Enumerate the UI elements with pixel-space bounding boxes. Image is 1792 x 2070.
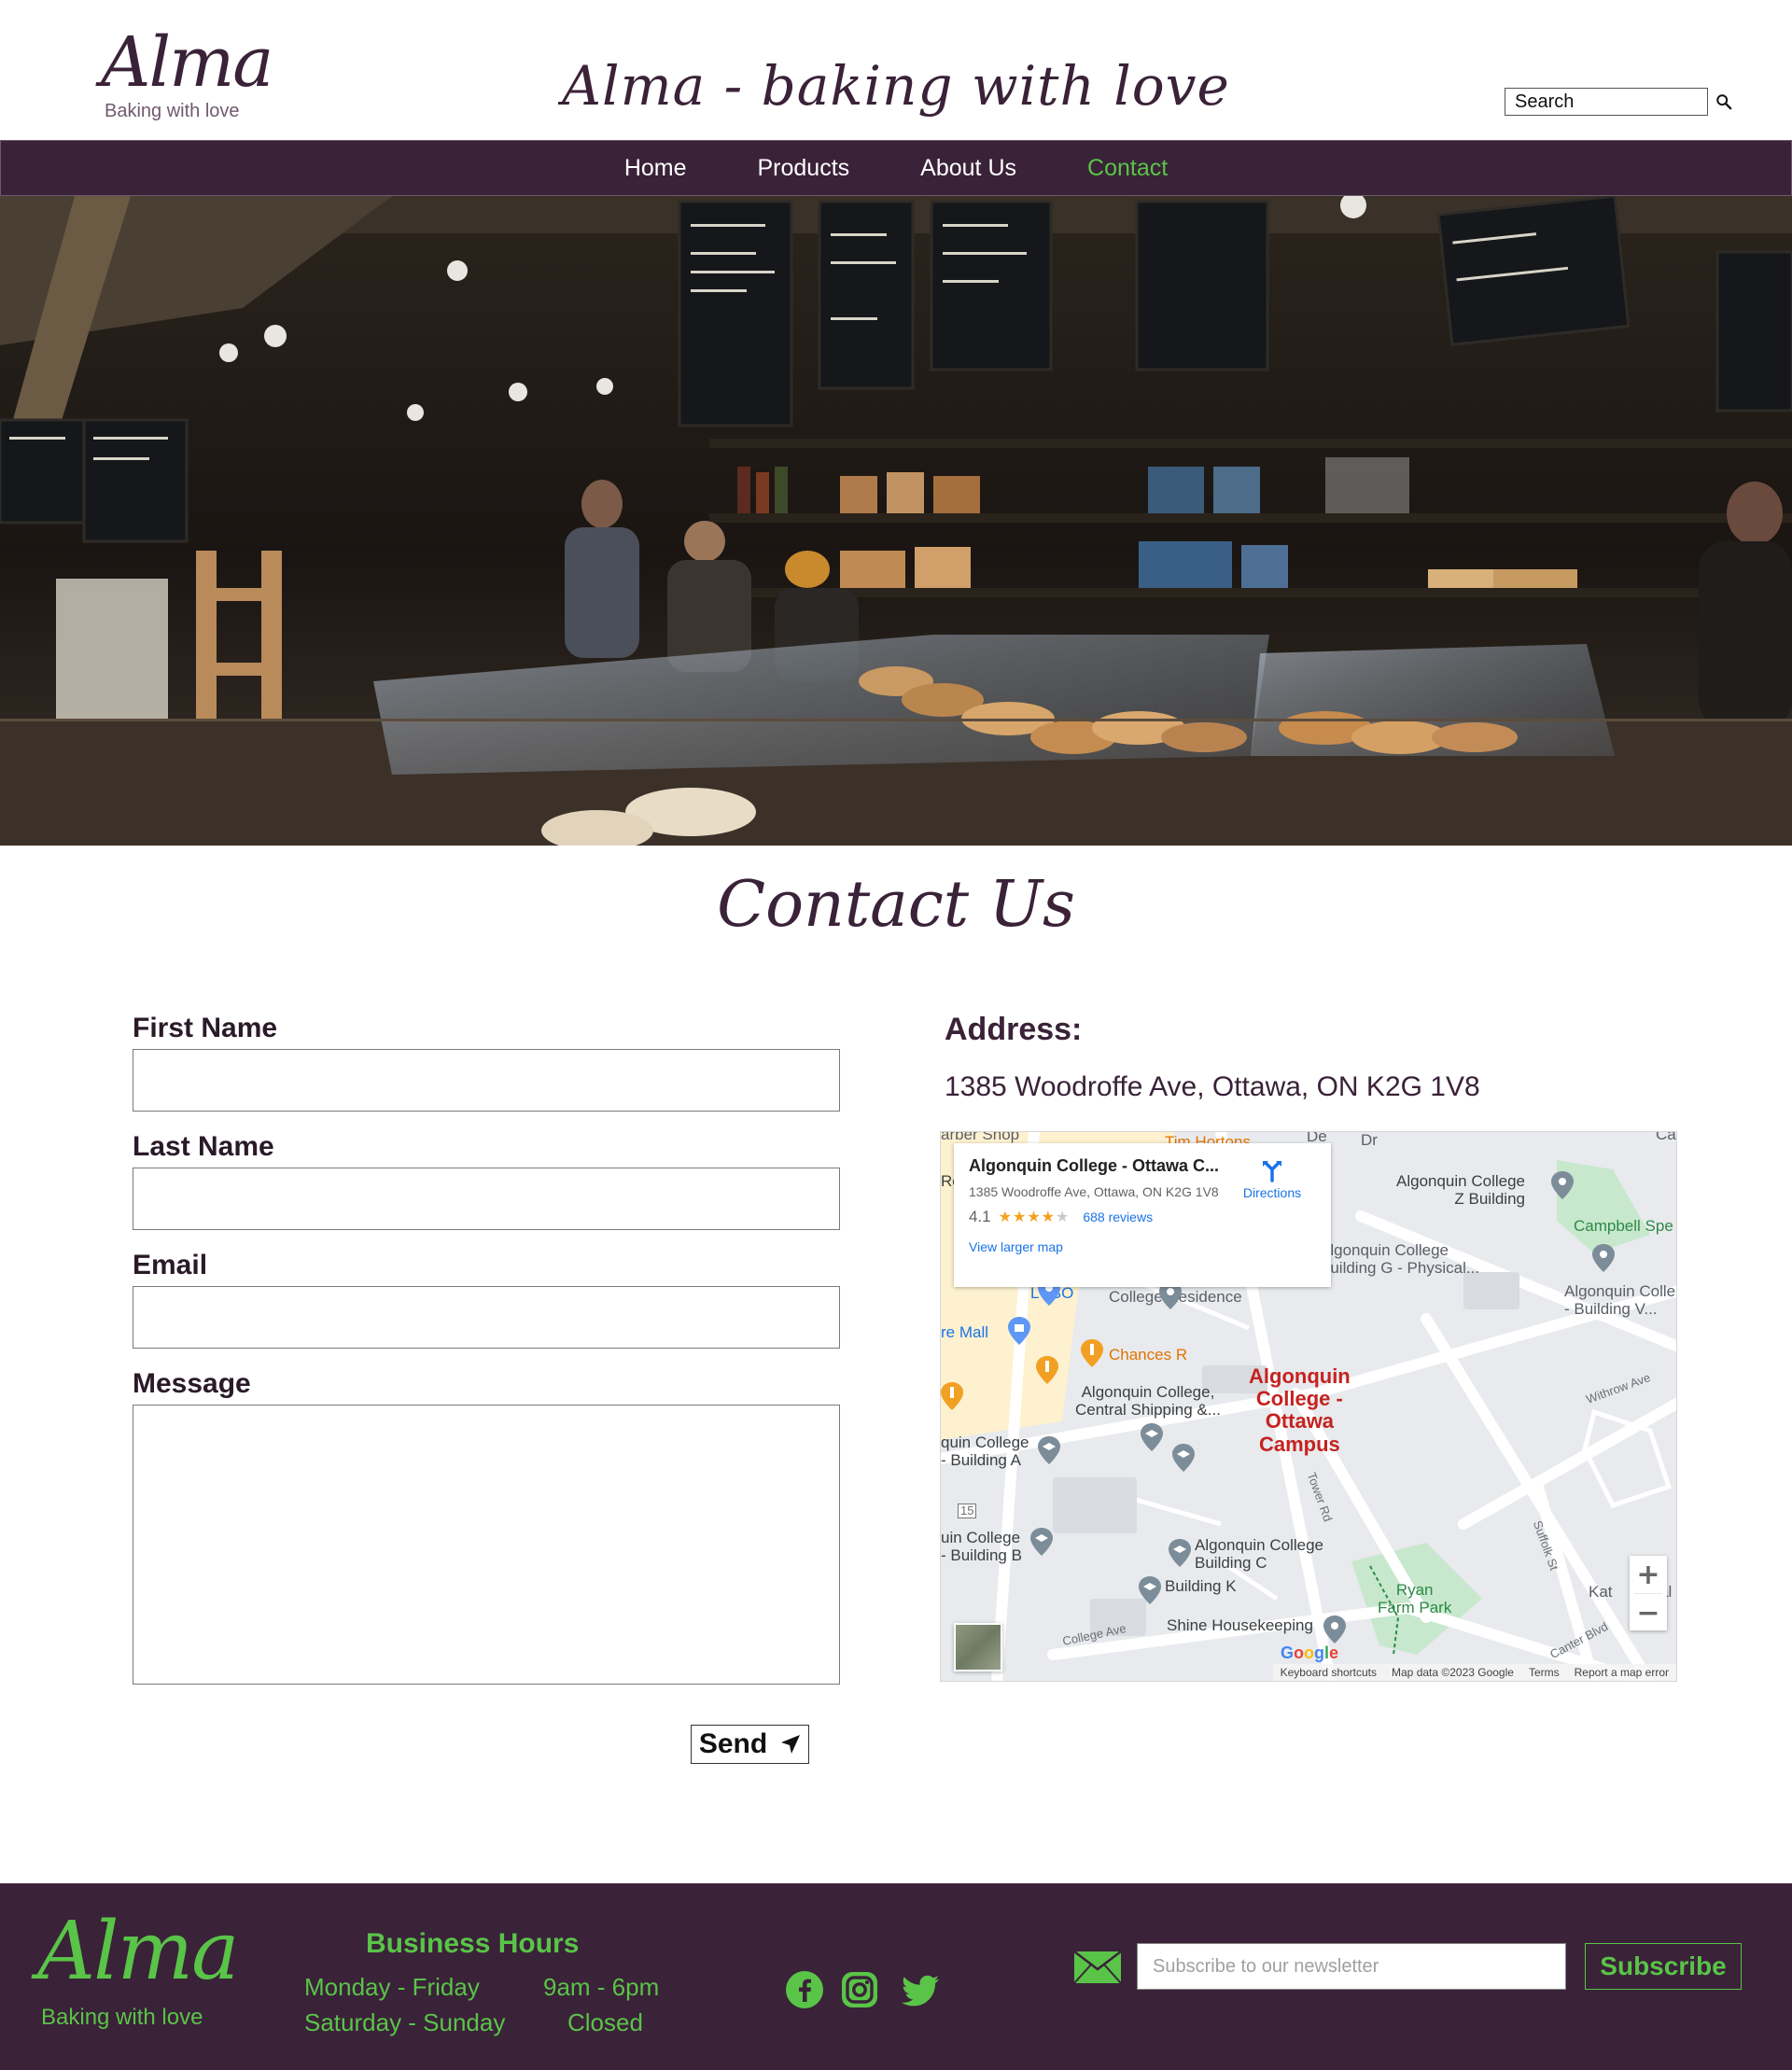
send-arrow-icon xyxy=(781,1735,801,1754)
contact-form: First Name Last Name Email Message xyxy=(133,1008,840,1685)
google-logo: Google xyxy=(1281,1643,1339,1662)
map-label-dr: Dr xyxy=(1361,1131,1378,1149)
main-nav: Home Products About Us Contact xyxy=(0,140,1792,196)
instagram-icon[interactable] xyxy=(839,1969,880,2010)
message-field[interactable] xyxy=(133,1405,840,1685)
hours-days-weekday: Monday - Friday xyxy=(304,1973,480,2001)
map-card-reviews-link[interactable]: 688 reviews xyxy=(1083,1210,1153,1224)
map-card-address: 1385 Woodroffe Ave, Ottawa, ON K2G 1V8 xyxy=(969,1184,1219,1199)
keyboard-shortcuts-link[interactable]: Keyboard shortcuts xyxy=(1281,1666,1377,1679)
nav-item-products[interactable]: Products xyxy=(722,155,886,182)
nav-item-contact[interactable]: Contact xyxy=(1052,155,1203,182)
mail-icon xyxy=(1073,1951,1122,1984)
last-name-label: Last Name xyxy=(133,1131,274,1162)
map-zoom-control: + − xyxy=(1630,1556,1667,1630)
map-school-pin-icon[interactable] xyxy=(1169,1539,1191,1567)
bakery-interior-illustration xyxy=(0,196,1792,846)
site-header: Alma Baking with love Alma - baking with… xyxy=(0,0,1792,140)
map-school-pin-icon[interactable] xyxy=(1172,1444,1195,1472)
message-label: Message xyxy=(133,1368,251,1399)
map-restaurant-pin-icon[interactable] xyxy=(941,1382,963,1410)
map-label-barber: arber Shop xyxy=(941,1131,1020,1143)
first-name-label: First Name xyxy=(133,1013,278,1043)
hours-time-weekend: Closed xyxy=(567,2008,643,2036)
contact-title: Contact Us xyxy=(717,868,1075,942)
map-label-building-b: uin College - Building B xyxy=(941,1529,1022,1564)
newsletter-email-input[interactable] xyxy=(1137,1943,1566,1990)
site-footer: Alma Baking with love Business Hours Mon… xyxy=(0,1883,1792,2070)
hours-time-weekday: 9am - 6pm xyxy=(543,1973,660,2001)
terms-link[interactable]: Terms xyxy=(1529,1666,1560,1679)
twitter-icon[interactable] xyxy=(900,1969,941,2010)
address-heading: Address: xyxy=(945,1012,1083,1047)
map-label-kat: Kat xyxy=(1589,1583,1613,1601)
search-icon[interactable] xyxy=(1715,93,1732,110)
map-label-building-c: Algonquin College Building C xyxy=(1195,1536,1323,1572)
map-pin-icon[interactable] xyxy=(1323,1615,1346,1643)
send-button[interactable]: Send xyxy=(691,1725,809,1764)
map-label-building-v: Algonquin Colle - Building V... xyxy=(1564,1282,1676,1318)
map-label-campus: Algonquin College - Ottawa Campus xyxy=(1249,1364,1351,1456)
map-info-card: Algonquin College - Ottawa C... 1385 Woo… xyxy=(954,1143,1331,1287)
map-label-chances: Chances R xyxy=(1109,1346,1188,1364)
map-pin-icon[interactable] xyxy=(1592,1244,1615,1272)
footer-logo[interactable]: Alma Baking with love xyxy=(37,1911,239,2051)
map-label-ca: Ca xyxy=(1656,1131,1676,1143)
map-label-building-k: Building K xyxy=(1165,1577,1237,1595)
directions-button[interactable]: Directions xyxy=(1230,1158,1314,1200)
map-card-rating-value: 4.1 xyxy=(969,1208,991,1226)
map-card-rating: 4.1 ★★★★★ 688 reviews xyxy=(969,1208,1316,1226)
zoom-in-button[interactable]: + xyxy=(1630,1556,1667,1593)
map-label-central-shipping: Algonquin College, Central Shipping &... xyxy=(1075,1383,1221,1419)
footer-logo-script: Alma xyxy=(37,1905,239,1998)
first-name-field[interactable] xyxy=(133,1049,840,1112)
embedded-map[interactable]: arber Shop Tim Hortons Ro De Dr Ca Algon… xyxy=(940,1131,1677,1682)
view-larger-map-link[interactable]: View larger map xyxy=(969,1239,1316,1254)
map-label-campbell: Campbell Spe xyxy=(1574,1217,1673,1235)
map-label-z-building: Algonquin College Z Building xyxy=(1396,1172,1525,1208)
map-label-ryan-park: Ryan Farm Park xyxy=(1378,1581,1452,1616)
map-label-building-a: quin College - Building A xyxy=(941,1434,1029,1469)
map-restaurant-pin-icon[interactable] xyxy=(1036,1356,1058,1384)
map-label-mall: re Mall xyxy=(941,1323,989,1341)
map-data-text: Map data ©2023 Google xyxy=(1392,1666,1514,1679)
map-label-shine: Shine Housekeeping xyxy=(1167,1616,1313,1634)
zoom-out-button[interactable]: − xyxy=(1630,1594,1667,1631)
facebook-icon[interactable] xyxy=(784,1969,825,2010)
directions-label: Directions xyxy=(1242,1185,1302,1200)
email-field[interactable] xyxy=(133,1286,840,1349)
search-bar xyxy=(1505,88,1732,116)
hero-image xyxy=(0,196,1792,846)
nav-item-home[interactable]: Home xyxy=(589,155,722,182)
email-label: Email xyxy=(133,1250,208,1280)
map-pin-icon[interactable] xyxy=(1551,1171,1574,1199)
directions-icon xyxy=(1263,1161,1281,1182)
subscribe-button[interactable]: Subscribe xyxy=(1585,1943,1742,1990)
business-hours-title: Business Hours xyxy=(366,1928,580,1959)
map-label-building-g: Algonquin College Building G - Physical.… xyxy=(1320,1241,1480,1277)
map-footer: Keyboard shortcuts Map data ©2023 Google… xyxy=(1272,1664,1676,1681)
hours-days-weekend: Saturday - Sunday xyxy=(304,2008,506,2036)
map-school-pin-icon[interactable] xyxy=(1038,1436,1060,1464)
map-restaurant-pin-icon[interactable] xyxy=(1081,1339,1103,1367)
map-school-pin-icon[interactable] xyxy=(1141,1423,1163,1451)
address-text: 1385 Woodroffe Ave, Ottawa, ON K2G 1V8 xyxy=(945,1071,1480,1102)
map-label-route: 15 xyxy=(958,1504,977,1519)
map-school-pin-icon[interactable] xyxy=(1030,1528,1053,1556)
send-label: Send xyxy=(698,1728,768,1759)
report-error-link[interactable]: Report a map error xyxy=(1575,1666,1669,1679)
map-school-pin-icon[interactable] xyxy=(1139,1576,1161,1604)
search-input[interactable] xyxy=(1505,88,1708,116)
footer-logo-tagline: Baking with love xyxy=(41,2005,203,2030)
last-name-field[interactable] xyxy=(133,1168,840,1230)
satellite-toggle[interactable] xyxy=(954,1623,1002,1671)
map-shopping-pin-icon[interactable] xyxy=(1008,1317,1030,1345)
nav-item-about-us[interactable]: About Us xyxy=(885,155,1052,182)
star-rating-icon: ★★★★★ xyxy=(998,1210,1071,1226)
